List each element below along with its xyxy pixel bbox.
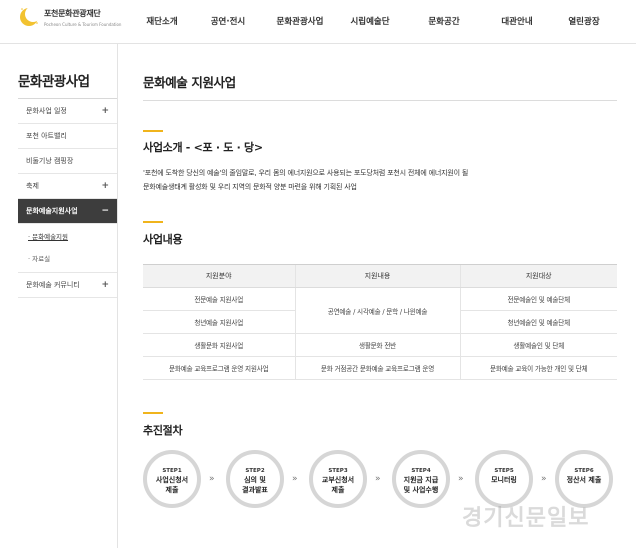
nav-foundation[interactable]: 재단소개 bbox=[134, 0, 190, 44]
nav-open-square[interactable]: 열린광장 bbox=[552, 0, 616, 44]
table-cell: 생활문화 전반 bbox=[294, 333, 460, 357]
site-header: 포천문화관광재단 Pocheon Culture & Tourism Found… bbox=[0, 0, 636, 44]
section-accent-bar bbox=[143, 412, 163, 414]
expand-icon[interactable]: + bbox=[101, 99, 109, 124]
support-table: 지원분야 지원내용 지원대상 전문예술 지원사업 공연예술 / 시각예술 / 문… bbox=[143, 264, 617, 380]
sidebar-item-festival[interactable]: 축제 + bbox=[18, 174, 117, 199]
sidebar-item-campground[interactable]: 비둘기낭 캠핑장 bbox=[18, 149, 117, 174]
double-chevron-right-icon: » bbox=[292, 474, 298, 484]
table-cell: 생활문화 지원사업 bbox=[143, 333, 295, 357]
expand-icon[interactable]: + bbox=[101, 174, 109, 199]
table-cell: 생활예술인 및 단체 bbox=[459, 333, 617, 357]
sidebar-sub-archive[interactable]: · 자료실 bbox=[18, 248, 117, 270]
intro-text-line1: '포천에 도착한 당신의 예술'의 줄임말로, 우리 몸의 에너지원으로 사용되… bbox=[143, 169, 469, 177]
sidebar-menu: 문화사업 일정 + 포천 아트밸리 비둘기낭 캠핑장 축제 + 문화예술지원사업… bbox=[18, 98, 117, 298]
step-number: STEP5 bbox=[494, 468, 514, 474]
nav-culture-space[interactable]: 문화공간 bbox=[406, 0, 482, 44]
table-row: 전문예술 지원사업 공연예술 / 시각예술 / 문학 / 나윈예술 전문예술인 … bbox=[143, 287, 617, 334]
collapse-icon[interactable]: − bbox=[101, 199, 109, 224]
double-chevron-right-icon: » bbox=[541, 474, 547, 484]
step-label: 심의 및 결과발표 bbox=[242, 476, 268, 494]
step-number: STEP6 bbox=[574, 468, 594, 474]
site-logo[interactable]: 포천문화관광재단 Pocheon Culture & Tourism Found… bbox=[18, 4, 128, 38]
nav-city-arts[interactable]: 시립예술단 bbox=[334, 0, 406, 44]
table-cell: 청년예술 지원사업 bbox=[143, 310, 295, 334]
process-step: STEP2 심의 및 결과발표 bbox=[226, 450, 284, 508]
sidebar-item-label: 문화사업 일정 bbox=[26, 107, 67, 115]
table-cell: 문화 거점공간 문화예술 교육프로그램 운영 bbox=[294, 356, 460, 380]
content-heading: 사업내용 bbox=[143, 233, 183, 246]
watermark: 경기신문일보 bbox=[462, 506, 590, 531]
sidebar-item-label: 비둘기낭 캠핑장 bbox=[26, 157, 74, 165]
expand-icon[interactable]: + bbox=[101, 273, 109, 298]
sidebar-sub-arts-support[interactable]: · 문화예술지원 bbox=[18, 226, 117, 248]
sidebar-item-community[interactable]: 문화예술 커뮤니티 + bbox=[18, 273, 117, 298]
table-header-row: 지원분야 지원내용 지원대상 bbox=[143, 264, 617, 288]
step-label: 교부신청서 제출 bbox=[321, 476, 355, 494]
table-cell: 문화예술 교육프로그램 운영 지원사업 bbox=[143, 356, 295, 380]
sidebar-item-arts-support[interactable]: 문화예술지원사업 − bbox=[18, 199, 117, 224]
step-label: 정산서 제출 bbox=[566, 476, 602, 484]
crescent-moon-icon bbox=[20, 6, 40, 26]
double-chevron-right-icon: » bbox=[209, 474, 215, 484]
logo-name: 포천문화관광재단 bbox=[44, 9, 101, 18]
nav-rental[interactable]: 대관안내 bbox=[482, 0, 552, 44]
global-nav: 재단소개 공연·전시 문화관광사업 시립예술단 문화공간 대관안내 열린광장 bbox=[134, 0, 616, 44]
step-label: 모니터링 bbox=[491, 476, 517, 484]
logo-subtitle: Pocheon Culture & Tourism Foundation bbox=[44, 22, 122, 27]
table-row: 문화예술 교육프로그램 운영 지원사업 문화 거점공간 문화예술 교육프로그램 … bbox=[143, 356, 617, 380]
sidebar-submenu: · 문화예술지원 · 자료실 bbox=[18, 224, 117, 273]
nav-culture-tourism[interactable]: 문화관광사업 bbox=[266, 0, 334, 44]
step-label: 사업신청서 제출 bbox=[155, 476, 189, 494]
sidebar: 문화관광사업 문화사업 일정 + 포천 아트밸리 비둘기낭 캠핑장 축제 + 문… bbox=[0, 44, 118, 548]
table-cell: 청년예술인 및 예술단체 bbox=[459, 310, 617, 334]
sidebar-title: 문화관광사업 bbox=[18, 74, 90, 90]
page-title: 문화예술 지원사업 bbox=[143, 75, 236, 90]
column-header: 지원대상 bbox=[459, 264, 617, 288]
sidebar-item-art-valley[interactable]: 포천 아트밸리 bbox=[18, 124, 117, 149]
sidebar-item-label: 문화예술지원사업 bbox=[26, 207, 78, 215]
process-step: STEP1 사업신청서 제출 bbox=[143, 450, 201, 508]
step-number: STEP4 bbox=[411, 468, 431, 474]
intro-text-line2: 문화예술생태계 활성화 및 우리 지역의 문화적 양분 마련을 위해 기획된 사… bbox=[143, 183, 357, 191]
process-step: STEP3 교부신청서 제출 bbox=[309, 450, 367, 508]
step-number: STEP3 bbox=[328, 468, 348, 474]
section-accent-bar bbox=[143, 130, 163, 132]
title-divider bbox=[143, 100, 617, 101]
process-step: STEP4 지원금 지급 및 사업수행 bbox=[392, 450, 450, 508]
step-number: STEP2 bbox=[245, 468, 265, 474]
process-heading: 추진절차 bbox=[143, 424, 183, 437]
table-row: 생활문화 지원사업 생활문화 전반 생활예술인 및 단체 bbox=[143, 333, 617, 357]
step-label: 지원금 지급 및 사업수행 bbox=[403, 476, 439, 494]
double-chevron-right-icon: » bbox=[458, 474, 464, 484]
column-header: 지원내용 bbox=[294, 264, 460, 288]
sidebar-item-label: 문화예술 커뮤니티 bbox=[26, 281, 80, 289]
sidebar-item-label: 포천 아트밸리 bbox=[26, 132, 67, 140]
main-content: 문화예술 지원사업 사업소개 - <포 · 도 · 당> '포천에 도착한 당신… bbox=[143, 44, 617, 548]
table-cell: 문화예술 교육이 가능한 개인 및 단체 bbox=[459, 356, 617, 380]
table-cell: 전문예술인 및 예술단체 bbox=[459, 287, 617, 311]
sidebar-item-label: 축제 bbox=[26, 182, 39, 190]
nav-performance[interactable]: 공연·전시 bbox=[190, 0, 266, 44]
section-accent-bar bbox=[143, 221, 163, 223]
column-header: 지원분야 bbox=[143, 264, 295, 288]
table-cell: 전문예술 지원사업 bbox=[143, 287, 295, 311]
table-cell: 공연예술 / 시각예술 / 문학 / 나윈예술 bbox=[294, 287, 460, 334]
sidebar-item-schedule[interactable]: 문화사업 일정 + bbox=[18, 99, 117, 124]
double-chevron-right-icon: » bbox=[375, 474, 381, 484]
step-number: STEP1 bbox=[162, 468, 182, 474]
intro-heading: 사업소개 - <포 · 도 · 당> bbox=[143, 141, 263, 154]
